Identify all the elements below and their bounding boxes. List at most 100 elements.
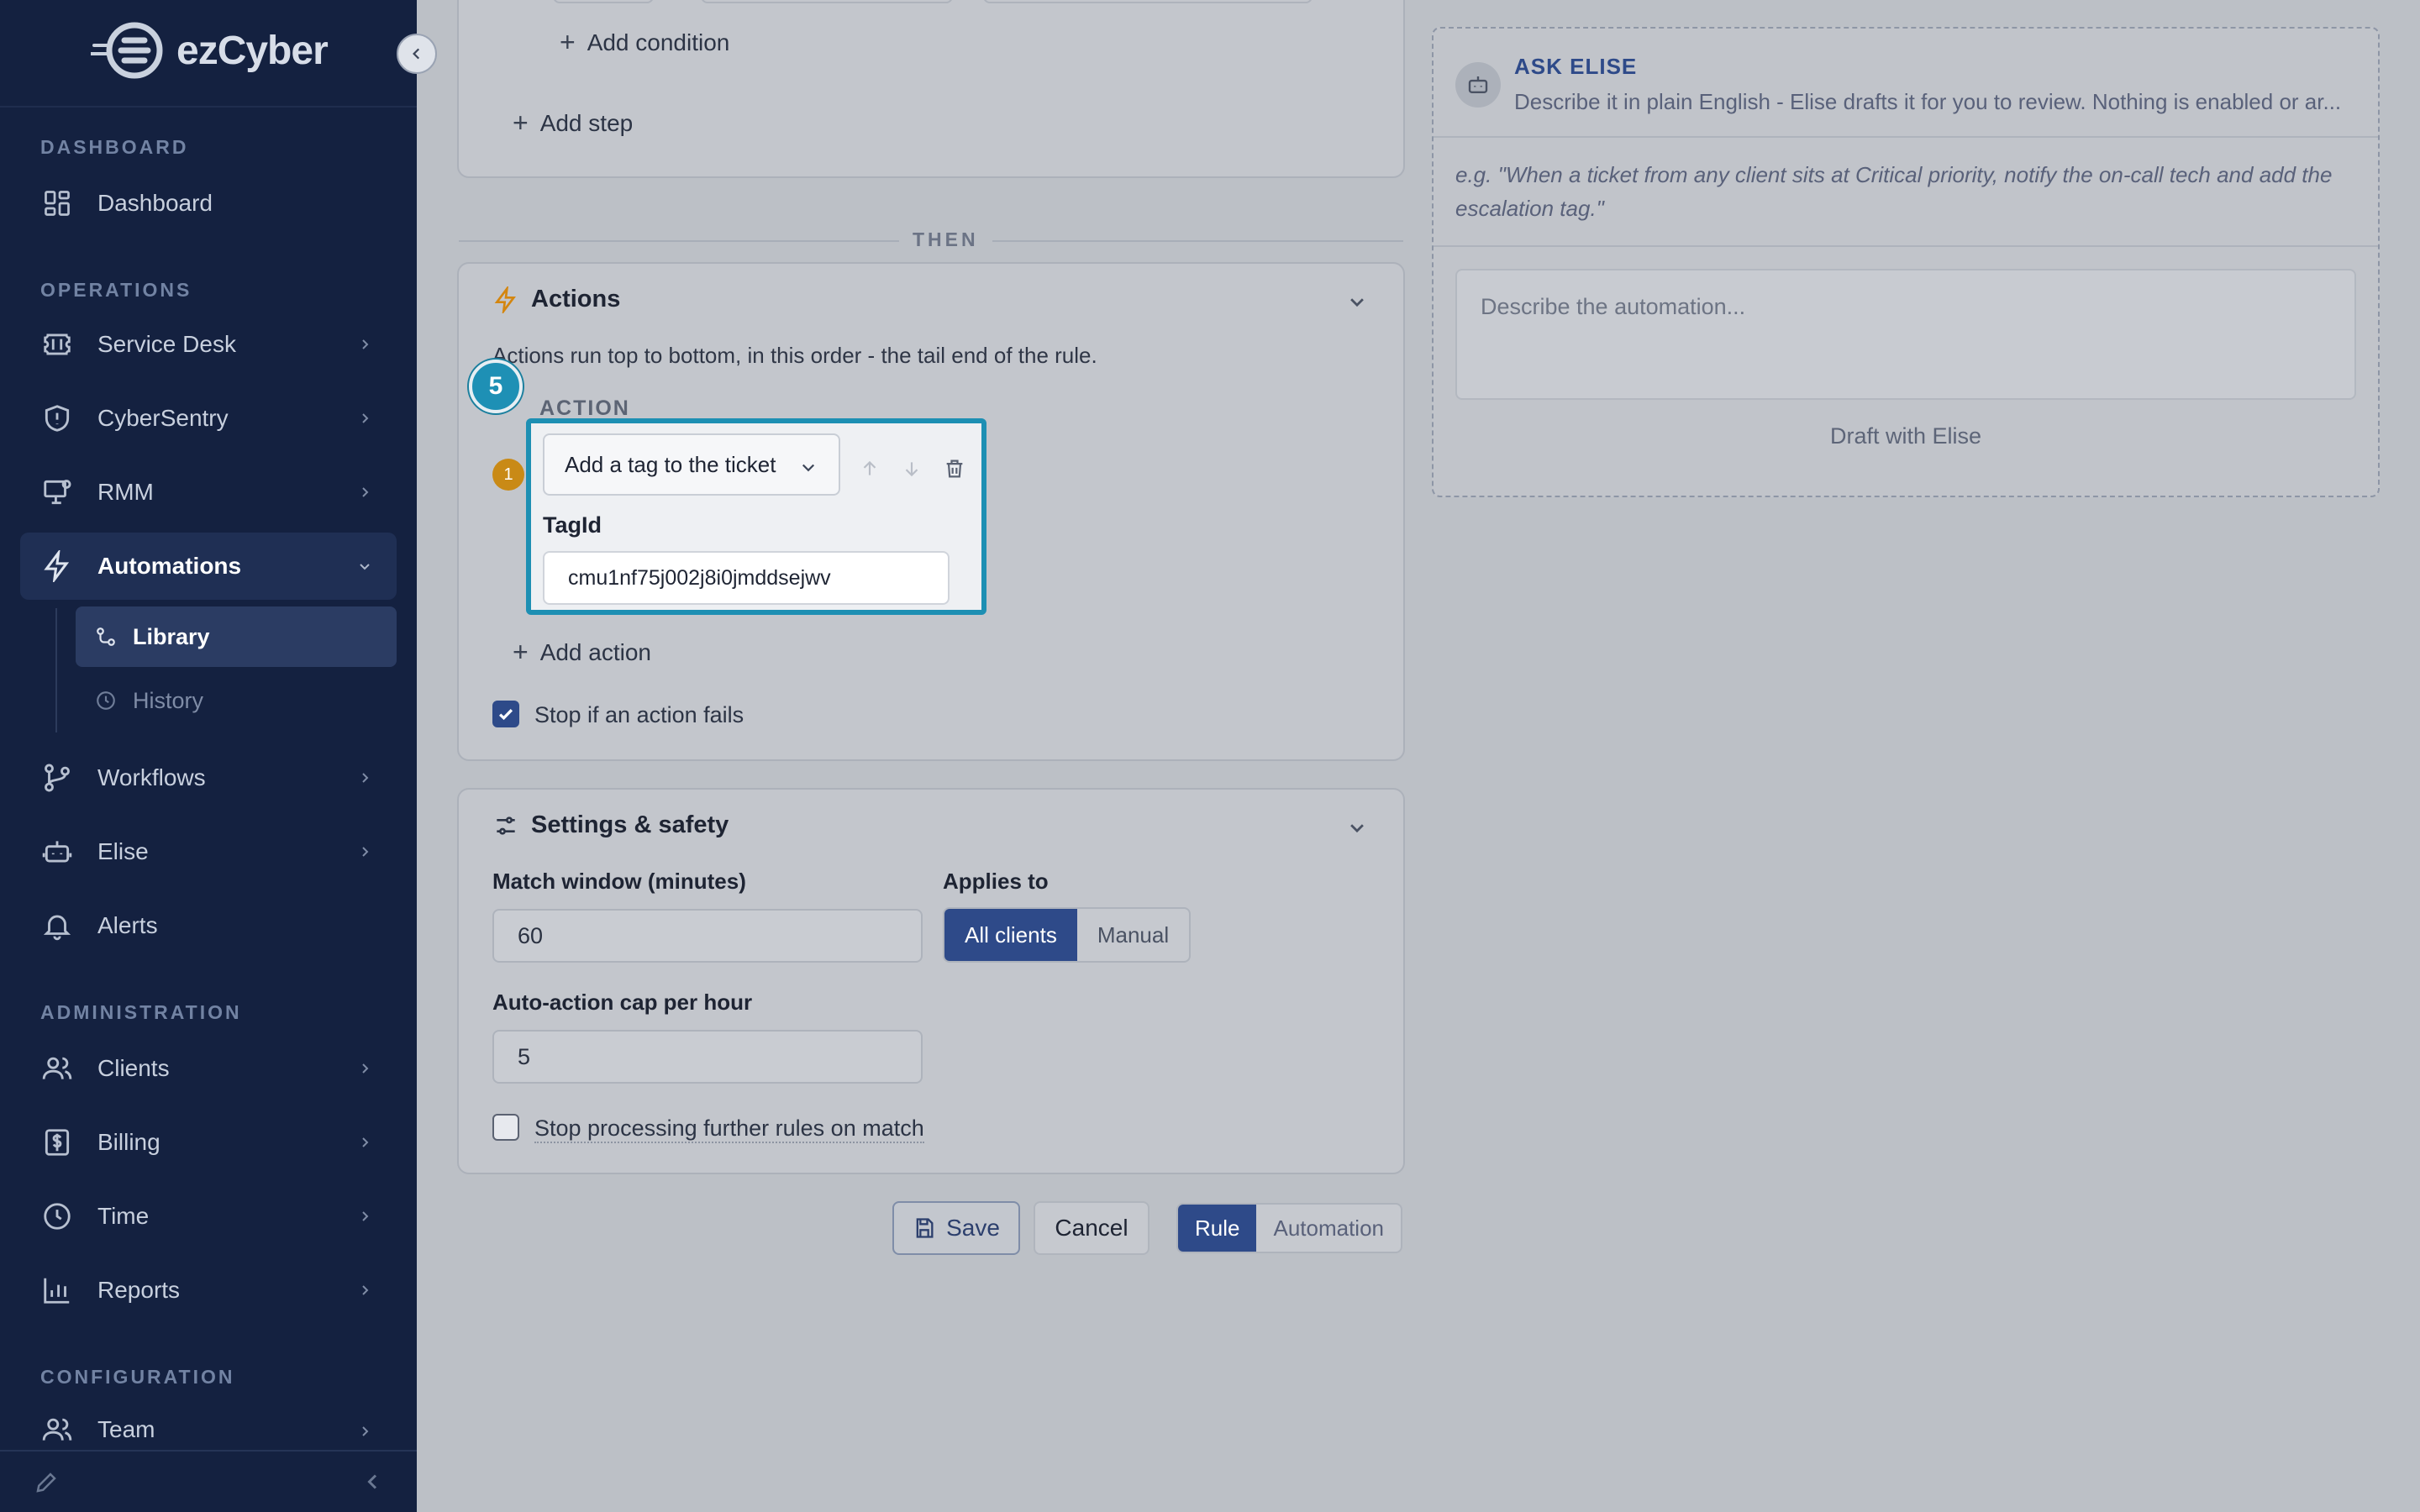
- arrow-down-icon[interactable]: [901, 458, 923, 484]
- chevron-right-icon: [353, 766, 376, 790]
- section-label-operations: OPERATIONS: [40, 279, 192, 301]
- chevron-left-icon: [413, 48, 420, 60]
- match-window-label: Match window (minutes): [492, 869, 746, 894]
- sidebar-footer: [0, 1450, 417, 1512]
- collapse-sidebar-button[interactable]: [397, 34, 437, 74]
- stop-further-rules-checkbox[interactable]: [492, 1114, 519, 1141]
- sidebar-subitem-history[interactable]: History: [76, 670, 397, 731]
- plus-icon: +: [513, 637, 529, 667]
- sidebar-item-alerts[interactable]: Alerts: [20, 892, 397, 959]
- condition-value-fragment[interactable]: [983, 0, 1313, 3]
- sidebar-item-automations[interactable]: Automations: [20, 533, 397, 600]
- describe-automation-input[interactable]: Describe the automation...: [1455, 269, 2356, 400]
- sidebar-item-label: Library: [133, 623, 210, 649]
- add-condition-button[interactable]: + Add condition: [560, 27, 729, 58]
- add-action-label: Add action: [539, 638, 652, 665]
- mode-rule[interactable]: Rule: [1178, 1205, 1257, 1252]
- cancel-button[interactable]: Cancel: [1034, 1201, 1150, 1255]
- ask-elise-subtitle: Describe it in plain English - Elise dra…: [1514, 89, 2342, 114]
- sidebar-item-cybersentry[interactable]: CyberSentry: [20, 385, 397, 452]
- tour-step-badge: 5: [469, 360, 523, 413]
- settings-card: Settings & safety Match window (minutes)…: [457, 788, 1405, 1174]
- conditions-card: + Add condition + Add step: [457, 0, 1405, 178]
- brand-logo[interactable]: ezCyber: [91, 20, 329, 81]
- save-button[interactable]: Save: [892, 1201, 1020, 1255]
- sidebar-item-clients[interactable]: Clients: [20, 1035, 397, 1102]
- stop-further-rules-label: Stop processing further rules on match: [534, 1116, 924, 1143]
- sidebar-item-elise[interactable]: Elise: [20, 818, 397, 885]
- sidebar-item-label: CyberSentry: [97, 405, 229, 431]
- users-icon: [40, 1052, 74, 1085]
- chevron-right-icon: [353, 1278, 376, 1302]
- add-step-button[interactable]: + Add step: [513, 108, 633, 139]
- bar-chart-icon: [40, 1273, 74, 1307]
- applies-to-manual[interactable]: Manual: [1077, 909, 1189, 961]
- ask-elise-panel: ASK ELISE Describe it in plain English -…: [1432, 27, 2380, 497]
- condition-operator-fragment[interactable]: [701, 0, 953, 3]
- then-label: THEN: [899, 228, 992, 251]
- clock-icon: [94, 689, 118, 712]
- action-type-select[interactable]: Add a tag to the ticket: [543, 433, 840, 496]
- brand-name: ezCyber: [176, 28, 329, 73]
- sidebar-item-workflows[interactable]: Workflows: [20, 744, 397, 811]
- auto-action-cap-input[interactable]: 5: [492, 1030, 923, 1084]
- sidebar-item-dashboard[interactable]: Dashboard: [20, 170, 397, 237]
- chevron-down-icon: [800, 455, 817, 481]
- settings-title: Settings & safety: [531, 811, 729, 838]
- add-action-button[interactable]: + Add action: [513, 637, 651, 668]
- actions-description: Actions run top to bottom, in this order…: [492, 343, 1097, 368]
- sidebar-item-label: Reports: [97, 1277, 181, 1303]
- sidebar-item-label: Billing: [97, 1129, 160, 1155]
- dollar-receipt-icon: [40, 1126, 74, 1159]
- chevron-right-icon: [353, 407, 376, 430]
- tagid-input[interactable]: cmu1nf75j002j8i0jmddsejwv: [543, 551, 950, 605]
- monitor-icon: [40, 475, 74, 509]
- settings-section-title[interactable]: Settings & safety: [492, 811, 729, 839]
- pencil-icon[interactable]: [34, 1470, 59, 1499]
- sidebar-item-label: Clients: [97, 1055, 170, 1081]
- sidebar-item-service-desk[interactable]: Service Desk: [20, 311, 397, 378]
- ezcyber-logo-icon: [91, 22, 163, 79]
- ask-elise-title: ASK ELISE: [1514, 54, 1638, 79]
- action-label: ACTION: [539, 396, 630, 420]
- chevron-right-icon: [353, 1131, 376, 1154]
- action-number-badge: 1: [492, 459, 524, 491]
- plus-icon: +: [513, 108, 529, 138]
- bot-icon: [1455, 62, 1501, 108]
- draft-with-elise-button[interactable]: Draft with Elise: [1434, 423, 2378, 449]
- users-icon: [40, 1413, 74, 1446]
- condition-field-fragment[interactable]: [553, 0, 654, 3]
- chevron-left-icon[interactable]: [363, 1472, 383, 1496]
- actions-section-title[interactable]: Actions: [492, 286, 620, 313]
- save-icon: [913, 1216, 936, 1240]
- ask-elise-example: e.g. "When a ticket from any client sits…: [1455, 162, 2333, 221]
- mode-toggle: Rule Automation: [1176, 1203, 1403, 1253]
- sliders-icon: [492, 812, 519, 839]
- mode-automation[interactable]: Automation: [1256, 1205, 1401, 1252]
- section-label-dashboard: DASHBOARD: [40, 136, 189, 158]
- sidebar-subitem-library[interactable]: Library: [76, 606, 397, 667]
- divider: [1434, 245, 2378, 247]
- chevron-right-icon: [353, 840, 376, 864]
- arrow-up-icon[interactable]: [859, 458, 881, 484]
- chevron-down-icon[interactable]: [1344, 289, 1370, 314]
- sidebar-item-reports[interactable]: Reports: [20, 1257, 397, 1324]
- sidebar: ezCyber DASHBOARD Dashboard OPERATIONS S…: [0, 0, 417, 1512]
- chevron-right-icon: [353, 480, 376, 504]
- brand-header: ezCyber: [0, 0, 417, 108]
- sidebar-item-rmm[interactable]: RMM: [20, 459, 397, 526]
- sidebar-item-time[interactable]: Time: [20, 1183, 397, 1250]
- sidebar-item-label: Service Desk: [97, 331, 236, 357]
- sidebar-item-billing[interactable]: Billing: [20, 1109, 397, 1176]
- applies-to-all-clients[interactable]: All clients: [944, 909, 1077, 961]
- stop-on-fail-checkbox[interactable]: [492, 701, 519, 727]
- trash-icon[interactable]: [943, 457, 966, 485]
- chevron-down-icon[interactable]: [1344, 815, 1370, 840]
- check-icon: [498, 709, 513, 721]
- chevron-down-icon: [353, 554, 376, 578]
- git-branch-icon: [40, 761, 74, 795]
- sidebar-item-label: Elise: [97, 838, 149, 864]
- match-window-input[interactable]: 60: [492, 909, 923, 963]
- clock-icon: [40, 1200, 74, 1233]
- section-label-configuration: CONFIGURATION: [40, 1366, 235, 1388]
